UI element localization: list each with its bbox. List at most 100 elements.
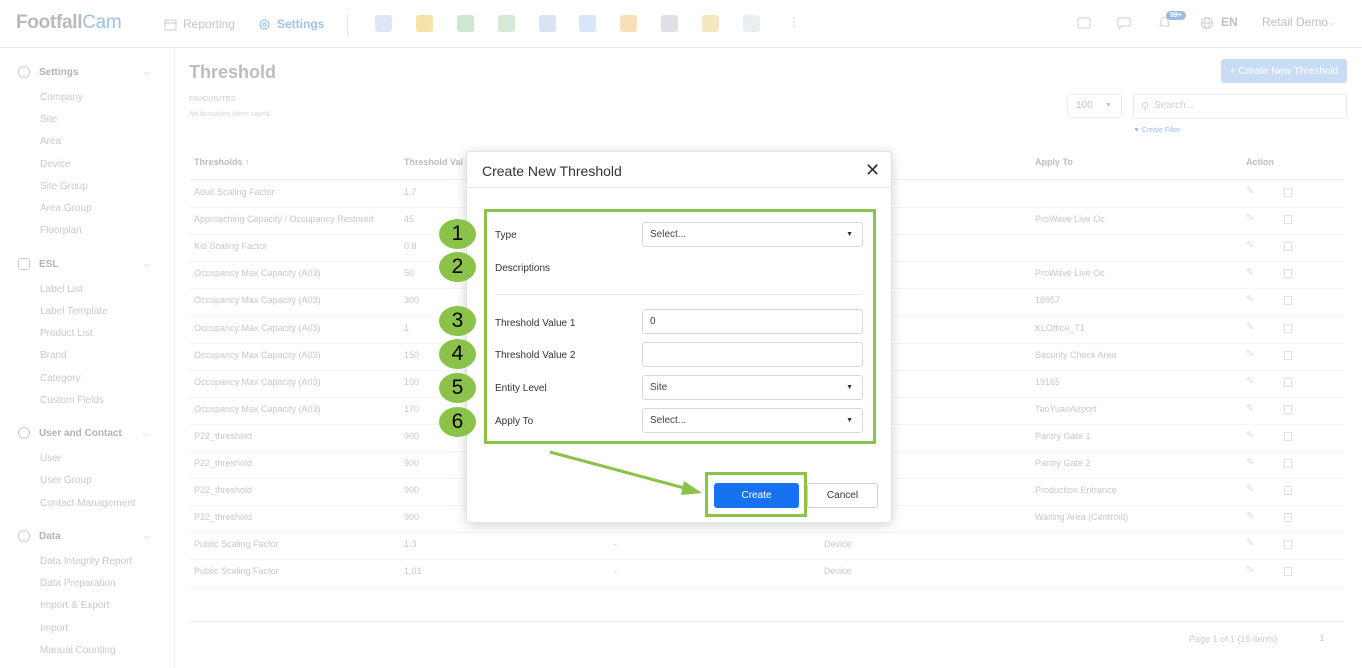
trash-icon[interactable] [1284,459,1292,468]
sidebar-item-label-template[interactable]: Label Template [40,306,108,317]
sidebar-item-floorplan[interactable]: Floorplan [40,225,82,236]
weather-icon[interactable] [539,15,556,32]
edit-icon[interactable]: ✎ [1246,430,1254,441]
sidebar-item-company[interactable]: Company [40,92,83,103]
cancel-button[interactable]: Cancel [807,483,878,508]
edit-icon[interactable]: ✎ [1246,484,1254,495]
chevron-down-icon[interactable]: ⌵ [143,67,150,78]
language-selector[interactable]: EN [1221,15,1238,29]
edit-icon[interactable]: ✎ [1246,376,1254,387]
report-icon[interactable] [743,15,760,32]
threshold-name-cell: P22_threshold [194,430,253,441]
edit-icon[interactable]: ✎ [1246,186,1254,197]
id-card-icon[interactable] [1077,17,1091,29]
sidebar-section-data[interactable]: Data [18,530,61,542]
trash-icon[interactable] [1284,486,1292,496]
chevron-down-icon[interactable]: ⌵ [143,259,150,270]
trash-icon[interactable] [1284,188,1292,197]
edit-icon[interactable]: ✎ [1246,267,1254,278]
column-header-apply-to[interactable]: Apply To [1035,157,1073,167]
home-icon[interactable] [579,15,596,32]
trash-icon[interactable] [1284,513,1292,523]
sidebar-item-user-group[interactable]: User Group [40,475,92,486]
spreadsheet-icon[interactable] [498,15,515,32]
network-icon[interactable] [375,15,392,32]
sidebar-item-category[interactable]: Category [40,373,81,384]
sidebar-section-settings[interactable]: Settings [18,66,78,78]
trash-icon[interactable] [1284,567,1292,577]
trash-icon[interactable] [1284,242,1292,252]
sidebar-section-user-contact[interactable]: User and Contact [18,427,122,439]
sidebar-item-contact-management[interactable]: Contact Management [40,498,136,509]
trash-icon[interactable] [1284,323,1292,333]
trash-icon[interactable] [1284,215,1292,225]
edit-icon[interactable]: ✎ [1246,565,1254,576]
nav-settings[interactable]: Settings [258,17,324,31]
trash-icon[interactable] [1284,269,1292,279]
edit-icon[interactable]: ✎ [1246,349,1254,360]
type-select[interactable]: Select... ▼ [642,222,863,247]
sidebar-item-device[interactable]: Device [40,159,71,170]
sidebar-item-site[interactable]: Site [40,114,57,125]
create-button[interactable]: Create [714,483,799,508]
database-icon[interactable] [661,15,678,32]
globe-icon[interactable] [1200,16,1214,30]
create-filter-link[interactable]: ▼ Create Filter [1133,127,1180,134]
page-size-select[interactable]: 100 ▼ [1067,94,1122,118]
nav-settings-label: Settings [277,17,325,31]
sidebar-item-area[interactable]: Area [40,136,61,147]
trash-icon[interactable] [1284,431,1292,441]
trash-icon[interactable] [1284,377,1292,387]
more-icon[interactable]: ⋮ [788,15,800,29]
chevron-down-icon[interactable]: ⌵ [143,531,150,542]
account-menu[interactable]: Retail Demo [1262,15,1328,29]
sidebar-item-product-list[interactable]: Product List [40,328,93,339]
sidebar-item-import[interactable]: Import [40,623,68,634]
trash-icon[interactable] [1284,296,1292,306]
edit-icon[interactable]: ✎ [1246,213,1254,224]
pagination-page-button[interactable]: 1 [1313,629,1331,647]
file-alert-icon[interactable] [620,15,637,32]
edit-icon[interactable]: ✎ [1246,322,1254,333]
threshold-value-2-input[interactable] [642,342,863,367]
edit-icon[interactable]: ✎ [1246,294,1254,305]
create-new-threshold-button[interactable]: + Create New Threshold [1221,59,1347,83]
chat-icon[interactable] [1117,17,1131,30]
sidebar-item-manual-counting[interactable]: Manual Counting [40,645,116,656]
edit-icon[interactable]: ✎ [1246,511,1254,522]
sidebar-item-data-integrity-report[interactable]: Data Integrity Report [40,556,132,567]
sidebar-section-esl[interactable]: ESL [18,258,58,270]
chevron-down-icon[interactable]: ⌵ [143,428,150,439]
close-icon[interactable]: ✕ [865,160,880,180]
column-header-thresholds[interactable]: Thresholds ↑ [194,157,250,167]
sidebar-item-area-group[interactable]: Area Group [40,203,92,214]
sidebar-item-label-list[interactable]: Label List [40,284,83,295]
trash-icon[interactable] [1284,350,1292,360]
account-chevron-icon[interactable]: ⌵ [1328,18,1335,29]
threshold-value-cell: 150 [404,349,420,360]
sidebar-item-import-export[interactable]: Import & Export [40,600,109,611]
calculator-icon[interactable] [457,15,474,32]
trash-icon[interactable] [1284,404,1292,414]
apply-to-select[interactable]: Select... ▼ [642,408,863,433]
sidebar-item-site-group[interactable]: Site Group [40,181,88,192]
entity-level-select[interactable]: Site ▼ [642,375,863,400]
sidebar-item-user[interactable]: User [40,453,61,464]
note-icon[interactable] [416,15,433,32]
threshold-name-cell: Occupancy Max Capacity (A03) [194,295,321,306]
trash-icon[interactable] [1284,540,1292,550]
edit-icon[interactable]: ✎ [1246,403,1254,414]
search-input[interactable]: ⚲ Search... [1133,94,1347,119]
column-header-threshold-value[interactable]: Threshold Val [404,157,463,167]
threshold-value-1-input[interactable]: 0 [642,309,863,334]
sidebar-item-brand[interactable]: Brand [40,350,67,361]
sidebar-item-data-preparation[interactable]: Data Preparation [40,578,116,589]
label-icon [18,258,30,270]
edit-icon[interactable]: ✎ [1246,538,1254,549]
sidebar-item-custom-fields[interactable]: Custom Fields [40,395,104,406]
edit-icon[interactable]: ✎ [1246,457,1254,468]
app-logo[interactable]: FootfallCam [16,12,122,34]
edit-icon[interactable]: ✎ [1246,240,1254,251]
nav-reporting[interactable]: Reporting [164,17,235,31]
hourglass-icon[interactable] [702,15,719,32]
